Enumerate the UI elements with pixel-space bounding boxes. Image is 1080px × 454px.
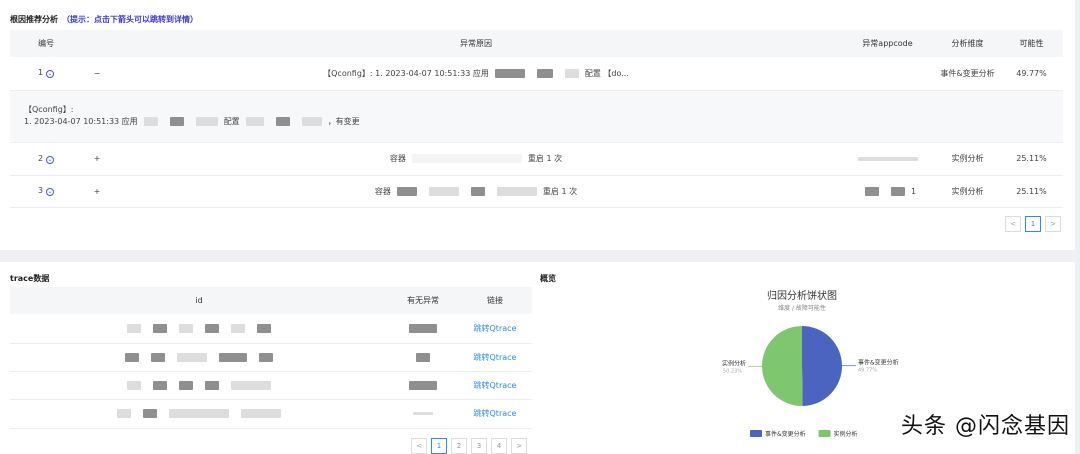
legend-label[interactable]: 事件&变更分析 (765, 430, 806, 438)
row-no: 1 (37, 68, 44, 78)
reason-text: 【Qconfig】: 1. 2023-04-07 10:51:33 应用 (323, 68, 489, 78)
expanded-detail-row: 【Qconfig】: 1. 2023-04-07 10:51:33 应用 配置 ，有… (10, 90, 1063, 143)
table-row: 跳转Qtrace (10, 314, 532, 344)
reason-text: 容器 (389, 154, 406, 163)
slice-label: 实例分析 (722, 359, 746, 367)
probability: 25.11% (1000, 175, 1063, 208)
appcode: 1 (910, 186, 917, 196)
col-anomaly: 有无异常 (388, 287, 458, 314)
slice-label: 事件&变更分析 (858, 359, 899, 367)
overview-title: 概览 (540, 274, 556, 283)
prev-page-button[interactable]: < (411, 438, 427, 454)
legend-label[interactable]: 实例分析 (834, 430, 858, 438)
col-link: 链接 (458, 287, 532, 314)
reason-suffix: 重启 1 次 (542, 186, 578, 196)
col-no: 编号 (10, 30, 82, 57)
col-reason: 异常原因 (112, 30, 840, 57)
expand-toggle[interactable]: + (82, 142, 112, 176)
table-row: 3 ⌄ + 容器 重启 1 次 1 实例分析 25.11% (10, 175, 1063, 208)
table-row: 1 ⌄ − 【Qconfig】: 1. 2023-04-07 10:51:33 应… (10, 57, 1063, 91)
expand-toggle[interactable]: + (82, 175, 112, 208)
page-button[interactable]: 3 (471, 438, 487, 454)
pagination: < 1 > (1005, 216, 1061, 232)
dimension: 事件&变更分析 (935, 57, 1000, 91)
reason-suffix: 【do... (603, 68, 629, 78)
reason-suffix: 重启 1 次 (527, 154, 563, 163)
table-header: 编号 异常原因 异常appcode 分析维度 可能性 (10, 30, 1063, 57)
collapse-toggle[interactable]: − (82, 57, 112, 91)
col-appcode: 异常appcode (840, 30, 935, 57)
title-text: 根因推荐分析 (10, 15, 58, 24)
detail-line1: 【Qconfig】: (24, 105, 74, 114)
dimension: 实例分析 (935, 142, 1000, 176)
root-cause-title: 根因推荐分析 （提示：点击下箭头可以跳转到详情） (10, 14, 198, 25)
table-row: 跳转Qtrace (10, 343, 532, 372)
next-page-button[interactable]: > (1045, 216, 1061, 232)
probability: 25.11% (1000, 142, 1063, 176)
pie-slice[interactable] (802, 326, 842, 406)
appcode (840, 57, 935, 91)
table-row: 跳转Qtrace (10, 371, 532, 400)
trace-table: id 有无异常 链接 跳转Qtrace 跳转Qtrace 跳转Qtrace 跳转Qt… (10, 287, 532, 429)
trace-pagination: < 1 2 3 4 > (411, 438, 527, 454)
watermark: 头条 @闪念基因 (901, 414, 1070, 439)
slice-value: 50.23% (723, 368, 742, 374)
qtrace-link[interactable]: 跳转Qtrace (474, 324, 517, 333)
col-dimension: 分析维度 (935, 30, 1000, 57)
root-cause-table: 编号 异常原因 异常appcode 分析维度 可能性 1 ⌄ − 【Qconfig… (10, 30, 1063, 208)
qtrace-link[interactable]: 跳转Qtrace (474, 409, 517, 418)
legend-swatch[interactable] (818, 430, 831, 437)
qtrace-link[interactable]: 跳转Qtrace (474, 381, 517, 390)
row-no: 3 (37, 186, 44, 195)
prev-page-button[interactable]: < (1005, 216, 1021, 232)
detail-text: 1. 2023-04-07 10:51:33 应用 (24, 117, 138, 126)
page-1-button[interactable]: 1 (1025, 216, 1041, 232)
legend-swatch[interactable] (750, 430, 762, 437)
trace-title: trace数据 (10, 274, 50, 283)
row-no: 2 (37, 153, 44, 163)
root-cause-panel: 根因推荐分析 （提示：点击下箭头可以跳转到详情） 编号 异常原因 异常appcod… (0, 0, 1075, 250)
next-page-button[interactable]: > (511, 438, 527, 454)
hint-text: （提示：点击下箭头可以跳转到详情） (62, 15, 198, 24)
probability: 49.77% (1000, 57, 1063, 91)
chevron-down-icon[interactable]: ⌄ (46, 155, 55, 164)
table-row: 2 ⌄ + 容器 重启 1 次 实例分析 25.11% (10, 142, 1063, 176)
page-button[interactable]: 2 (451, 438, 467, 454)
chart-subtitle: 维度 / 故障可能性 (778, 304, 826, 312)
detail-suffix: ，有变更 (327, 117, 360, 126)
chevron-down-icon[interactable]: ⌄ (46, 70, 55, 79)
chart-title: 归因分析饼状图 (767, 289, 837, 302)
slice-value: 49.77% (858, 368, 877, 374)
reason-text: 容器 (374, 186, 391, 196)
table-row: 跳转Qtrace (10, 399, 532, 429)
col-id: id (10, 287, 388, 314)
page-button[interactable]: 4 (491, 438, 507, 454)
dimension: 实例分析 (935, 175, 1000, 208)
page-button[interactable]: 1 (431, 438, 447, 454)
pie-slice[interactable] (761, 326, 803, 406)
detail-mid: 配置 (223, 117, 240, 126)
qtrace-link[interactable]: 跳转Qtrace (474, 353, 517, 362)
chevron-down-icon[interactable]: ⌄ (46, 188, 55, 196)
col-probability: 可能性 (1000, 30, 1063, 57)
reason-mid: 配置 (584, 68, 601, 78)
